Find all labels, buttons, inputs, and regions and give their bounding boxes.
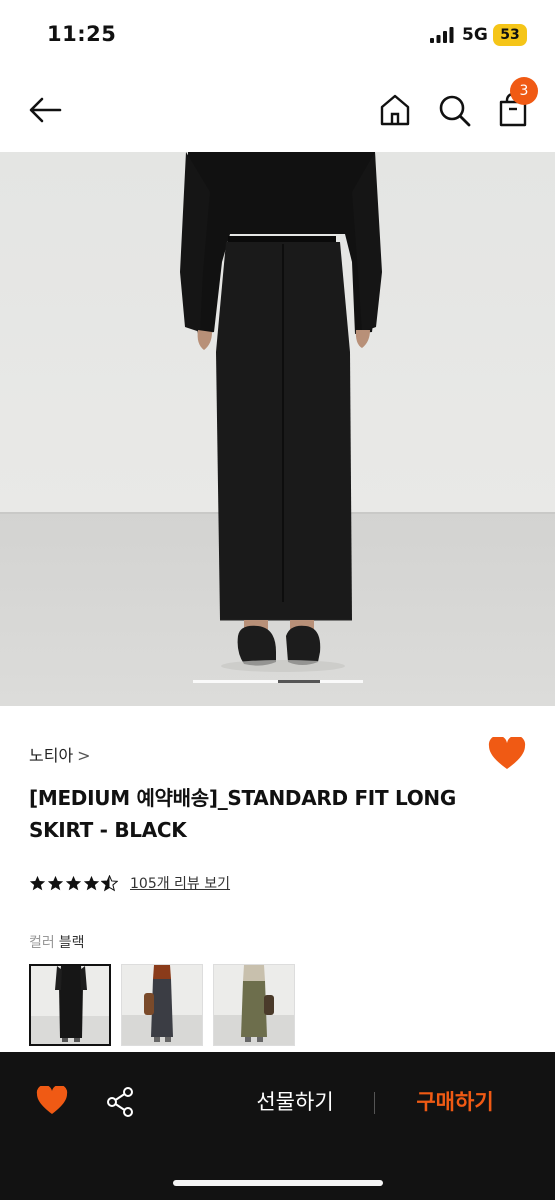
swatch-charcoal-thumbnail bbox=[122, 965, 202, 1045]
color-label: 컬러 bbox=[29, 935, 55, 951]
search-icon[interactable] bbox=[436, 92, 472, 128]
star-icon bbox=[83, 875, 100, 890]
bottom-action-bar: 선물하기 구매하기 bbox=[0, 1052, 555, 1200]
product-title: [MEDIUM 예약배송]_STANDARD FIT LONG SKIRT - … bbox=[29, 786, 456, 842]
brand-name: 노티아 bbox=[29, 746, 74, 765]
swatch-charcoal[interactable] bbox=[121, 964, 203, 1046]
carousel-indicator-active bbox=[278, 680, 320, 683]
star-rating bbox=[29, 874, 118, 892]
star-icon bbox=[65, 875, 82, 890]
back-arrow-icon[interactable] bbox=[26, 92, 66, 128]
color-value: 블랙 bbox=[58, 935, 85, 951]
swatch-khaki-thumbnail bbox=[214, 965, 294, 1045]
status-bar: 11:25 5G 53 bbox=[0, 0, 555, 70]
review-link[interactable]: 105개 리뷰 보기 bbox=[130, 873, 230, 893]
color-swatches bbox=[29, 964, 295, 1046]
brand-link[interactable]: 노티아 > bbox=[29, 742, 91, 766]
network-type: 5G bbox=[462, 25, 488, 45]
star-icon bbox=[29, 875, 46, 890]
battery-indicator: 53 bbox=[493, 24, 527, 46]
cellular-signal-icon bbox=[430, 27, 454, 43]
top-nav-bar bbox=[0, 70, 555, 152]
bottom-bar-divider bbox=[374, 1092, 375, 1114]
product-image-carousel[interactable] bbox=[0, 152, 555, 706]
share-icon[interactable] bbox=[105, 1086, 135, 1118]
swatch-black-thumbnail bbox=[31, 966, 109, 1044]
product-photo bbox=[0, 152, 555, 706]
chevron-right-icon: > bbox=[77, 746, 91, 765]
carousel-indicator bbox=[193, 680, 363, 683]
buy-button[interactable]: 구매하기 bbox=[390, 1086, 520, 1118]
star-half-icon bbox=[101, 874, 118, 891]
home-icon[interactable] bbox=[377, 92, 413, 128]
cart-count-badge: 3 bbox=[510, 77, 538, 105]
color-row: 컬러 블랙 bbox=[29, 932, 85, 952]
status-time: 11:25 bbox=[47, 22, 117, 46]
rating-row: 105개 리뷰 보기 bbox=[29, 872, 230, 894]
gift-button[interactable]: 선물하기 bbox=[230, 1086, 360, 1118]
wishlist-heart-icon[interactable] bbox=[488, 737, 526, 771]
swatch-khaki[interactable] bbox=[213, 964, 295, 1046]
heart-icon[interactable] bbox=[36, 1086, 68, 1116]
home-indicator[interactable] bbox=[173, 1180, 383, 1186]
swatch-black[interactable] bbox=[29, 964, 111, 1046]
star-icon bbox=[47, 875, 64, 890]
